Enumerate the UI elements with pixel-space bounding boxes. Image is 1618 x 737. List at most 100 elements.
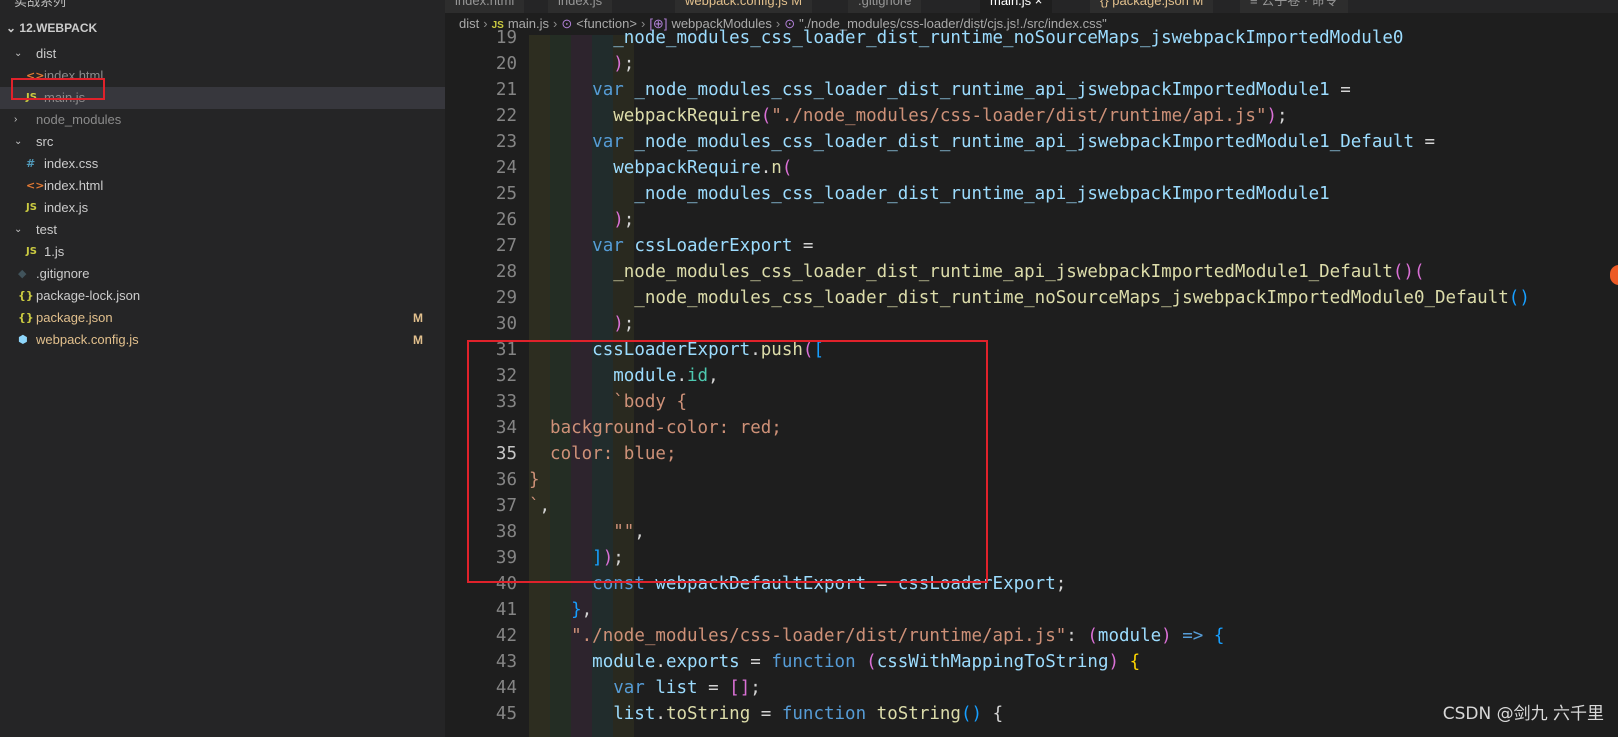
code-token: ;	[1055, 574, 1067, 594]
tree-item-label: test	[36, 222, 57, 237]
css-file-icon: #	[26, 157, 36, 170]
line-number: 24	[495, 158, 517, 178]
code-line[interactable]: 44 var list = [];	[445, 675, 1618, 701]
code-token: module	[1097, 626, 1162, 646]
code-line[interactable]: 29 _node_modules_css_loader_dist_runtime_…	[445, 285, 1618, 311]
code-text: );	[613, 311, 634, 337]
code-text: var _node_modules_css_loader_dist_runtim…	[592, 129, 1435, 155]
code-token: ,	[581, 600, 593, 620]
code-token: list	[613, 704, 656, 724]
code-token: =	[739, 652, 772, 672]
code-line[interactable]: 42 "./node_modules/css-loader/dist/runtim…	[445, 623, 1618, 649]
line-number: 21	[495, 80, 517, 100]
tree-file[interactable]: <> index.html	[0, 175, 445, 197]
tree-file[interactable]: ⬢ webpack.config.js M	[0, 329, 445, 351]
code-text: _node_modules_css_loader_dist_runtime_ap…	[634, 181, 1329, 207]
code-line[interactable]: 27 var cssLoaderExport =	[445, 233, 1618, 259]
code-token: exports	[665, 652, 740, 672]
tree-item-label: index.js	[44, 200, 89, 215]
tree-item-label: package-lock.json	[36, 288, 141, 303]
code-text: _node_modules_css_loader_dist_runtime_ap…	[613, 259, 1424, 285]
code-text: var _node_modules_css_loader_dist_runtim…	[592, 77, 1351, 103]
code-token: ()	[1508, 288, 1530, 308]
code-token: ;	[623, 314, 635, 334]
code-token: )	[1108, 652, 1120, 672]
code-token: {	[982, 704, 1004, 724]
line-number: 44	[495, 678, 517, 698]
code-token: .	[655, 652, 666, 672]
code-line[interactable]: 19 _node_modules_css_loader_dist_runtime_…	[445, 25, 1618, 51]
code-token: .	[760, 158, 772, 178]
editor-tab[interactable]: index.html	[445, 0, 526, 13]
tree-file[interactable]: JS 1.js	[0, 241, 445, 263]
js-file-icon: JS	[26, 202, 37, 213]
line-number: 26	[495, 210, 517, 230]
code-line[interactable]: 43 module.exports = function (cssWithMapp…	[445, 649, 1618, 675]
modified-badge: M	[413, 311, 423, 325]
code-line[interactable]: 20);	[445, 51, 1618, 77]
editor-tab[interactable]: .gitignore	[848, 0, 923, 13]
code-line[interactable]: 24 webpackRequire.n(	[445, 155, 1618, 181]
code-token: _node_modules_css_loader_dist_runtime_ap…	[634, 80, 1330, 100]
tree-folder[interactable]: ⌄ dist	[0, 43, 445, 65]
tree-folder[interactable]: › node_modules	[0, 109, 445, 131]
code-line[interactable]: 21 var _node_modules_css_loader_dist_runt…	[445, 77, 1618, 103]
tree-item-label: 1.js	[44, 244, 65, 259]
line-number: 20	[495, 54, 517, 74]
tree-file[interactable]: JS index.js	[0, 197, 445, 219]
code-token: module	[592, 652, 656, 672]
code-token: _node_modules_css_loader_dist_runtime_no…	[613, 28, 1404, 48]
tree-folder[interactable]: ⌄ test	[0, 219, 445, 241]
line-number: 22	[495, 106, 517, 126]
code-token: function	[781, 704, 877, 724]
code-token: {	[1213, 626, 1225, 646]
code-line[interactable]: 23 var _node_modules_css_loader_dist_runt…	[445, 129, 1618, 155]
code-line[interactable]: 25 _node_modules_css_loader_dist_runtime_…	[445, 181, 1618, 207]
json-file-icon: {}	[18, 311, 34, 324]
tree-item-label: src	[36, 134, 54, 149]
line-number: 27	[495, 236, 517, 256]
code-text: webpackRequire.n(	[613, 155, 792, 181]
code-token: n	[771, 158, 782, 178]
tree-file[interactable]: {} package.json M	[0, 307, 445, 329]
html-file-icon: <>	[26, 179, 45, 192]
code-line[interactable]: 26);	[445, 207, 1618, 233]
code-text: list.toString = function toString() {	[613, 701, 1003, 727]
editor-tab[interactable]: {} package.json M	[1090, 0, 1215, 13]
annotation-box-mainjs	[11, 78, 105, 100]
code-text: "./node_modules/css-loader/dist/runtime/…	[571, 623, 1224, 649]
tree-item-label: dist	[36, 46, 57, 61]
code-text: );	[613, 51, 634, 77]
code-token: cssWithMappingToString	[876, 652, 1109, 672]
editor-tab[interactable]: main.js ×	[980, 0, 1054, 13]
code-text: module.exports = function (cssWithMappin…	[592, 649, 1140, 675]
line-number: 25	[495, 184, 517, 204]
code-token: var	[613, 678, 656, 698]
code-line[interactable]: 41},	[445, 597, 1618, 623]
line-number: 23	[495, 132, 517, 152]
tree-file[interactable]: {} package-lock.json	[0, 285, 445, 307]
line-number: 45	[495, 704, 517, 724]
editor-tab[interactable]: index.js	[548, 0, 614, 13]
code-token: =	[697, 678, 730, 698]
code-token: var	[592, 236, 635, 256]
explorer-root-folder[interactable]: ⌄ 12.WEBPACK	[6, 17, 97, 39]
code-line[interactable]: 30);	[445, 311, 1618, 337]
code-token: =	[792, 236, 814, 256]
code-token: }	[571, 600, 582, 620]
code-token: )	[613, 54, 624, 74]
code-line[interactable]: 22 webpackRequire("./node_modules/css-loa…	[445, 103, 1618, 129]
tree-folder[interactable]: ⌄ src	[0, 131, 445, 153]
editor-tab[interactable]: ≡ 公子卷 · 命令	[1240, 0, 1349, 13]
editor-tab[interactable]: webpack.config.js M	[675, 0, 814, 13]
tree-file[interactable]: ◆ .gitignore	[0, 263, 445, 285]
code-text: var cssLoaderExport =	[592, 233, 813, 259]
code-token: _node_modules_css_loader_dist_runtime_ap…	[613, 262, 1393, 282]
git-file-icon: ◆	[18, 267, 27, 280]
tree-file[interactable]: # index.css	[0, 153, 445, 175]
tree-item-label: node_modules	[36, 112, 122, 127]
code-token: (	[781, 158, 793, 178]
code-line[interactable]: 28 _node_modules_css_loader_dist_runtime_…	[445, 259, 1618, 285]
code-token: function	[771, 652, 867, 672]
